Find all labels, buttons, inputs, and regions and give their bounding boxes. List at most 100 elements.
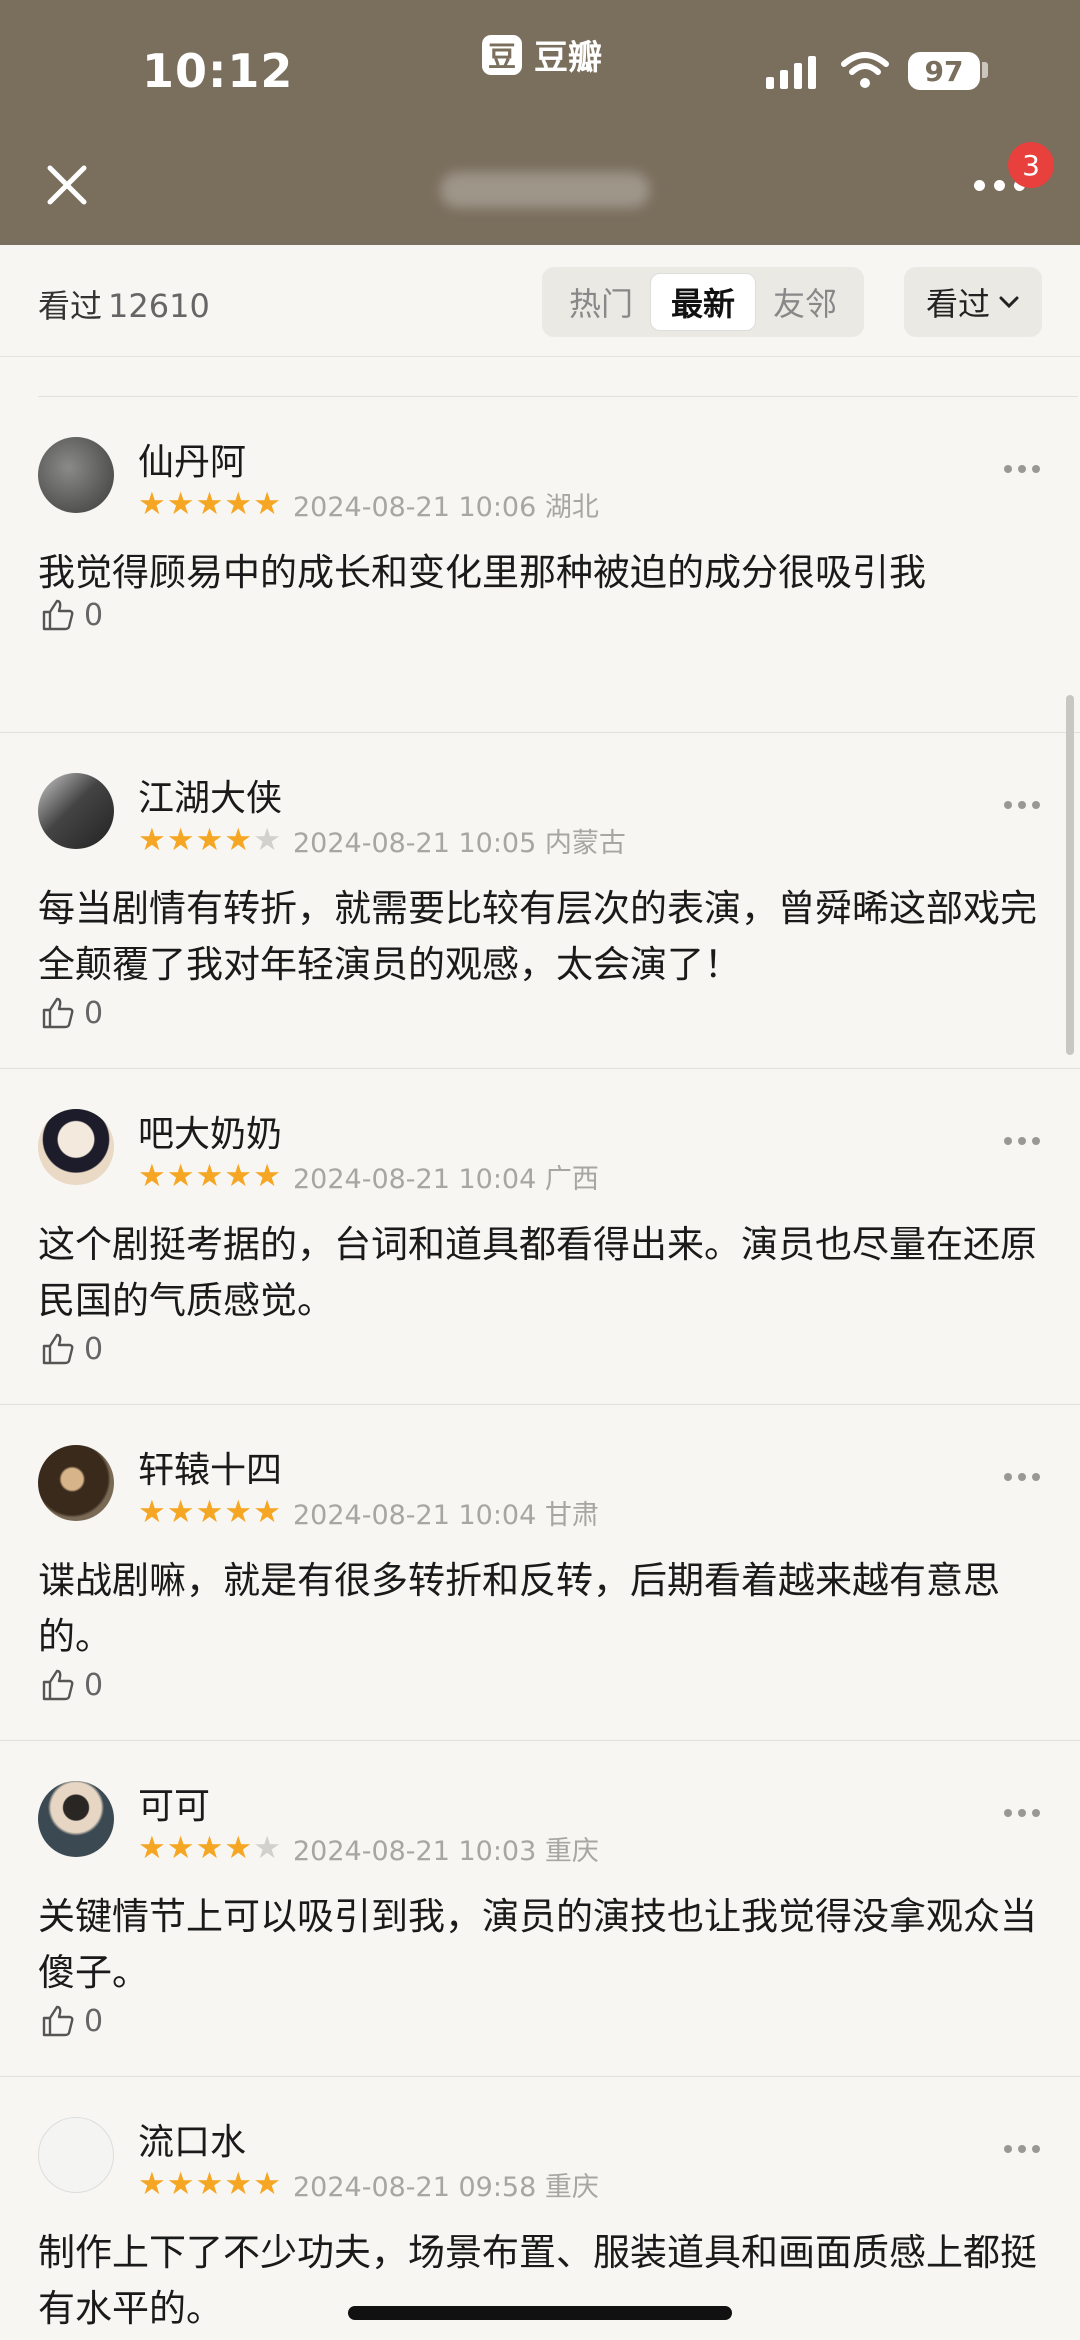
comment-item: 流口水 ★ ★ ★ ★ ★ 2024-08-21 09:58 重庆 制作上下了不少功夫，… xyxy=(0,2077,1080,2340)
star-filled-icon: ★ xyxy=(138,1158,166,1194)
tab-friends[interactable]: 友邻 xyxy=(752,273,858,331)
star-filled-icon: ★ xyxy=(224,822,253,858)
star-filled-icon: ★ xyxy=(166,2166,195,2202)
comment-location: 内蒙古 xyxy=(544,828,626,859)
comment-more-button[interactable] xyxy=(1004,465,1040,473)
comment-time: 2024-08-21 10:05 xyxy=(292,828,537,859)
user-name[interactable]: 仙丹阿 xyxy=(138,433,246,485)
like-button[interactable]: 0 xyxy=(40,2003,103,2039)
star-filled-icon: ★ xyxy=(166,822,195,858)
comment-meta: ★ ★ ★ ★ ★ 2024-08-21 10:04 广西 xyxy=(138,1157,599,1196)
comment-meta: ★ ★ ★ ★ ★ 2024-08-21 10:03 重庆 xyxy=(138,1829,599,1868)
comment-location: 重庆 xyxy=(544,2172,599,2203)
like-button[interactable]: 0 xyxy=(40,995,103,1031)
status-filter-dropdown[interactable]: 看过 xyxy=(904,267,1042,337)
comment-item: 吧大奶奶 ★ ★ ★ ★ ★ 2024-08-21 10:04 广西 这个剧挺考据的，台… xyxy=(0,1069,1080,1405)
star-rating: ★ ★ ★ ★ ★ xyxy=(138,1161,281,1192)
user-name[interactable]: 江湖大侠 xyxy=(138,769,282,821)
tab-hot[interactable]: 热门 xyxy=(548,273,654,331)
comment-location: 甘肃 xyxy=(544,1500,599,1531)
sort-segmented-control: 热门 最新 友邻 xyxy=(542,267,864,337)
user-name[interactable]: 吧大奶奶 xyxy=(138,1105,282,1157)
like-button[interactable]: 0 xyxy=(40,597,103,633)
home-indicator[interactable] xyxy=(348,2306,732,2320)
close-icon[interactable] xyxy=(42,160,92,210)
tab-latest[interactable]: 最新 xyxy=(650,273,756,331)
star-filled-icon: ★ xyxy=(195,1830,224,1866)
douban-app-icon: 豆 xyxy=(482,34,522,75)
star-filled-icon: ★ xyxy=(195,1158,224,1194)
star-filled-icon: ★ xyxy=(253,1158,281,1194)
star-rating: ★ ★ ★ ★ ★ xyxy=(138,1497,281,1528)
star-rating: ★ ★ ★ ★ ★ xyxy=(138,1833,281,1864)
star-filled-icon: ★ xyxy=(253,2166,281,2202)
avatar[interactable] xyxy=(38,1109,114,1185)
comment-meta: ★ ★ ★ ★ ★ 2024-08-21 10:04 甘肃 xyxy=(138,1493,599,1532)
comment-text: 这个剧挺考据的，台词和道具都看得出来。演员也尽量在还原民国的气质感觉。 xyxy=(38,1223,1037,1322)
battery-tip xyxy=(982,62,988,78)
user-name[interactable]: 可可 xyxy=(138,1777,210,1829)
star-filled-icon: ★ xyxy=(166,1830,195,1866)
comment-meta: ★ ★ ★ ★ ★ 2024-08-21 10:05 内蒙古 xyxy=(138,821,626,860)
star-filled-icon: ★ xyxy=(166,1158,195,1194)
like-count: 0 xyxy=(84,1667,104,1703)
seen-summary: 看过 12610 xyxy=(38,281,210,327)
star-empty-icon: ★ xyxy=(253,822,281,858)
comment-time: 2024-08-21 10:03 xyxy=(292,1836,537,1867)
star-filled-icon: ★ xyxy=(166,1494,195,1530)
comment-text: 我觉得顾易中的成长和变化里那种被迫的成分很吸引我 xyxy=(38,551,926,594)
thumbs-up-icon xyxy=(42,997,74,1029)
star-filled-icon: ★ xyxy=(138,2166,166,2202)
status-time: 10:12 xyxy=(142,44,294,98)
comment-text: 每当剧情有转折，就需要比较有层次的表演，曾舜晞这部戏完全颠覆了我对年轻演员的观感… xyxy=(38,887,1037,986)
comment-more-button[interactable] xyxy=(1004,2145,1040,2153)
comment-more-button[interactable] xyxy=(1004,1809,1040,1817)
like-button[interactable]: 0 xyxy=(40,1331,103,1367)
scrollbar[interactable] xyxy=(1066,695,1074,1055)
star-filled-icon: ★ xyxy=(138,1494,166,1530)
star-filled-icon: ★ xyxy=(195,2166,224,2202)
like-button[interactable]: 0 xyxy=(40,1667,103,1703)
comment-item: 仙丹阿 ★ ★ ★ ★ ★ 2024-08-21 10:06 湖北 我觉得顾易中的成长和… xyxy=(0,397,1080,733)
avatar[interactable] xyxy=(38,2117,114,2193)
blurred-title xyxy=(440,172,650,208)
star-filled-icon: ★ xyxy=(224,1830,253,1866)
comment-item: 轩辕十四 ★ ★ ★ ★ ★ 2024-08-21 10:04 甘肃 谍战剧嘛，就是有很… xyxy=(0,1405,1080,1741)
comment-location: 湖北 xyxy=(544,492,599,523)
filter-bar: 看过 12610 热门 最新 友邻 看过 xyxy=(0,245,1080,357)
star-filled-icon: ★ xyxy=(195,1494,224,1530)
comment-text: 关键情节上可以吸引到我，演员的演技也让我觉得没拿观众当傻子。 xyxy=(38,1895,1037,1994)
comment-item: 可可 ★ ★ ★ ★ ★ 2024-08-21 10:03 重庆 关键情节上可以吸引到我… xyxy=(0,1741,1080,2077)
star-filled-icon: ★ xyxy=(253,1494,281,1530)
comment-more-button[interactable] xyxy=(1004,801,1040,809)
chevron-down-icon xyxy=(999,296,1019,309)
comment-more-button[interactable] xyxy=(1004,1473,1040,1481)
comment-location: 重庆 xyxy=(544,1836,599,1867)
avatar[interactable] xyxy=(38,773,114,849)
star-filled-icon: ★ xyxy=(166,486,195,522)
battery-icon: 97 xyxy=(908,52,980,90)
avatar[interactable] xyxy=(38,437,114,513)
star-filled-icon: ★ xyxy=(224,1158,253,1194)
notification-badge: 3 xyxy=(1008,142,1054,188)
user-name[interactable]: 轩辕十四 xyxy=(138,1441,282,1493)
comment-time: 2024-08-21 10:04 xyxy=(292,1164,537,1195)
app-indicator[interactable]: 豆 豆瓣 xyxy=(482,30,602,79)
comment-list: 仙丹阿 ★ ★ ★ ★ ★ 2024-08-21 10:06 湖北 我觉得顾易中的成长和… xyxy=(0,358,1080,2340)
user-name[interactable]: 流口水 xyxy=(138,2113,246,2165)
avatar[interactable] xyxy=(38,1781,114,1857)
like-count: 0 xyxy=(84,2003,104,2039)
star-rating: ★ ★ ★ ★ ★ xyxy=(138,489,281,520)
avatar[interactable] xyxy=(38,1445,114,1521)
star-filled-icon: ★ xyxy=(138,1830,166,1866)
comment-timestamp: 2024-08-21 10:04 广西 xyxy=(293,1157,599,1196)
comment-timestamp: 2024-08-21 10:03 重庆 xyxy=(293,1829,599,1868)
comment-time: 2024-08-21 10:06 xyxy=(292,492,537,523)
thumbs-up-icon xyxy=(42,599,74,631)
comment-text: 谍战剧嘛，就是有很多转折和反转，后期看着越来越有意思的。 xyxy=(38,1559,1000,1658)
comment-location: 广西 xyxy=(544,1164,599,1195)
battery-level: 97 xyxy=(924,54,964,88)
app-name: 豆瓣 xyxy=(534,38,602,78)
comment-more-button[interactable] xyxy=(1004,1137,1040,1145)
comment-meta: ★ ★ ★ ★ ★ 2024-08-21 10:06 湖北 xyxy=(138,485,599,524)
